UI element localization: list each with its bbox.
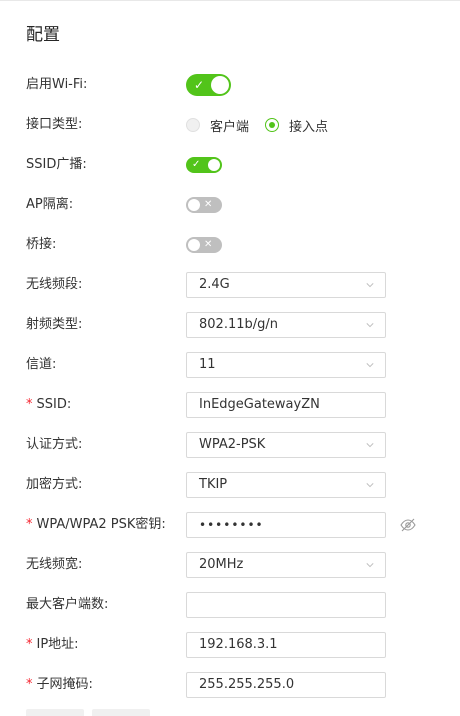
row-band: 无线频段: 2.4G	[0, 265, 460, 305]
row-interface-type: 接口类型: 客户端 接入点	[0, 105, 460, 145]
submit-button[interactable]	[26, 709, 84, 716]
config-page: 配置 启用Wi-Fi: ✓ 接口类型: 客户端 接入点 SSID广播: ✓ AP…	[0, 0, 460, 716]
chevron-down-icon	[366, 323, 374, 328]
close-icon: ✕	[204, 239, 213, 250]
radio-client[interactable]: 客户端	[186, 116, 249, 135]
row-auth-method: 认证方式: WPA2-PSK	[0, 425, 460, 465]
radio-client-label: 客户端	[210, 119, 250, 135]
required-marker: *	[26, 637, 33, 652]
wifi-enable-label: 启用Wi-Fi:	[26, 77, 88, 92]
row-rf-type: 射频类型: 802.11b/g/n	[0, 305, 460, 345]
band-label: 无线频段:	[26, 277, 83, 292]
reset-button[interactable]	[92, 709, 150, 716]
rf-type-value: 802.11b/g/n	[199, 317, 278, 332]
row-ssid: * SSID: InEdgeGatewayZN	[0, 385, 460, 425]
channel-label: 信道:	[26, 357, 57, 372]
wifi-enable-switch[interactable]: ✓	[186, 74, 231, 96]
chevron-down-icon	[366, 563, 374, 568]
row-encryption: 加密方式: TKIP	[0, 465, 460, 505]
band-value: 2.4G	[199, 277, 230, 292]
row-subnet-mask: * 子网掩码: 255.255.255.0	[0, 665, 460, 705]
close-icon: ✕	[204, 199, 213, 210]
row-max-clients: 最大客户端数:	[0, 585, 460, 625]
bridge-label: 桥接:	[26, 237, 57, 252]
ap-isolation-label: AP隔离:	[26, 197, 74, 212]
band-select[interactable]: 2.4G	[186, 272, 386, 298]
ssid-broadcast-switch[interactable]: ✓	[186, 157, 222, 173]
row-ssid-broadcast: SSID广播: ✓	[0, 145, 460, 185]
encryption-select[interactable]: TKIP	[186, 472, 386, 498]
radio-circle-checked	[265, 118, 280, 132]
config-form: 启用Wi-Fi: ✓ 接口类型: 客户端 接入点 SSID广播: ✓ AP隔离:…	[0, 65, 460, 705]
page-title: 配置	[26, 25, 60, 45]
radio-access-point-label: 接入点	[289, 119, 329, 135]
switch-knob	[188, 239, 200, 251]
ssid-label: * SSID:	[26, 385, 71, 425]
switch-knob	[208, 159, 220, 171]
auth-method-select[interactable]: WPA2-PSK	[186, 432, 386, 458]
rf-type-select[interactable]: 802.11b/g/n	[186, 312, 386, 338]
row-ap-isolation: AP隔离: ✕	[0, 185, 460, 225]
row-bandwidth: 无线频宽: 20MHz	[0, 545, 460, 585]
channel-value: 11	[199, 357, 216, 372]
ssid-label-text: SSID:	[36, 397, 72, 412]
interface-type-label: 接口类型:	[26, 117, 83, 132]
chevron-down-icon	[366, 443, 374, 448]
chevron-down-icon	[366, 483, 374, 488]
radio-circle	[186, 118, 200, 132]
required-marker: *	[26, 517, 33, 532]
bandwidth-select[interactable]: 20MHz	[186, 552, 386, 578]
bottom-buttons	[26, 709, 150, 716]
bridge-switch[interactable]: ✕	[186, 237, 222, 253]
row-channel: 信道: 11	[0, 345, 460, 385]
subnet-mask-label-text: 子网掩码:	[36, 677, 93, 692]
auth-method-label: 认证方式:	[26, 437, 83, 452]
row-psk: * WPA/WPA2 PSK密钥: ••••••••	[0, 505, 460, 545]
check-icon: ✓	[192, 159, 201, 170]
max-clients-label: 最大客户端数:	[26, 597, 109, 612]
ssid-input[interactable]: InEdgeGatewayZN	[186, 392, 386, 418]
required-marker: *	[26, 397, 33, 412]
psk-label: * WPA/WPA2 PSK密钥:	[26, 505, 166, 545]
ip-label: * IP地址:	[26, 625, 79, 665]
encryption-label: 加密方式:	[26, 477, 83, 492]
subnet-mask-input[interactable]: 255.255.255.0	[186, 672, 386, 698]
rf-type-label: 射频类型:	[26, 317, 83, 332]
ap-isolation-switch[interactable]: ✕	[186, 197, 222, 213]
bandwidth-value: 20MHz	[199, 557, 244, 572]
psk-label-text: WPA/WPA2 PSK密钥:	[36, 517, 166, 532]
row-wifi-enable: 启用Wi-Fi: ✓	[0, 65, 460, 105]
interface-type-radio-group: 客户端 接入点	[186, 116, 344, 135]
bandwidth-label: 无线频宽:	[26, 557, 83, 572]
max-clients-input[interactable]	[186, 592, 386, 618]
row-ip: * IP地址: 192.168.3.1	[0, 625, 460, 665]
channel-select[interactable]: 11	[186, 352, 386, 378]
radio-access-point[interactable]: 接入点	[265, 116, 328, 135]
check-icon: ✓	[194, 78, 205, 92]
encryption-value: TKIP	[199, 477, 228, 492]
switch-knob	[188, 199, 200, 211]
ssid-broadcast-label: SSID广播:	[26, 157, 87, 172]
row-bridge: 桥接: ✕	[0, 225, 460, 265]
switch-knob	[211, 76, 229, 94]
auth-method-value: WPA2-PSK	[199, 437, 266, 452]
eye-slash-icon[interactable]	[400, 518, 416, 532]
required-marker: *	[26, 677, 33, 692]
subnet-mask-label: * 子网掩码:	[26, 665, 93, 705]
ip-input[interactable]: 192.168.3.1	[186, 632, 386, 658]
ip-label-text: IP地址:	[36, 637, 79, 652]
chevron-down-icon	[366, 363, 374, 368]
chevron-down-icon	[366, 283, 374, 288]
psk-input[interactable]: ••••••••	[186, 512, 386, 538]
